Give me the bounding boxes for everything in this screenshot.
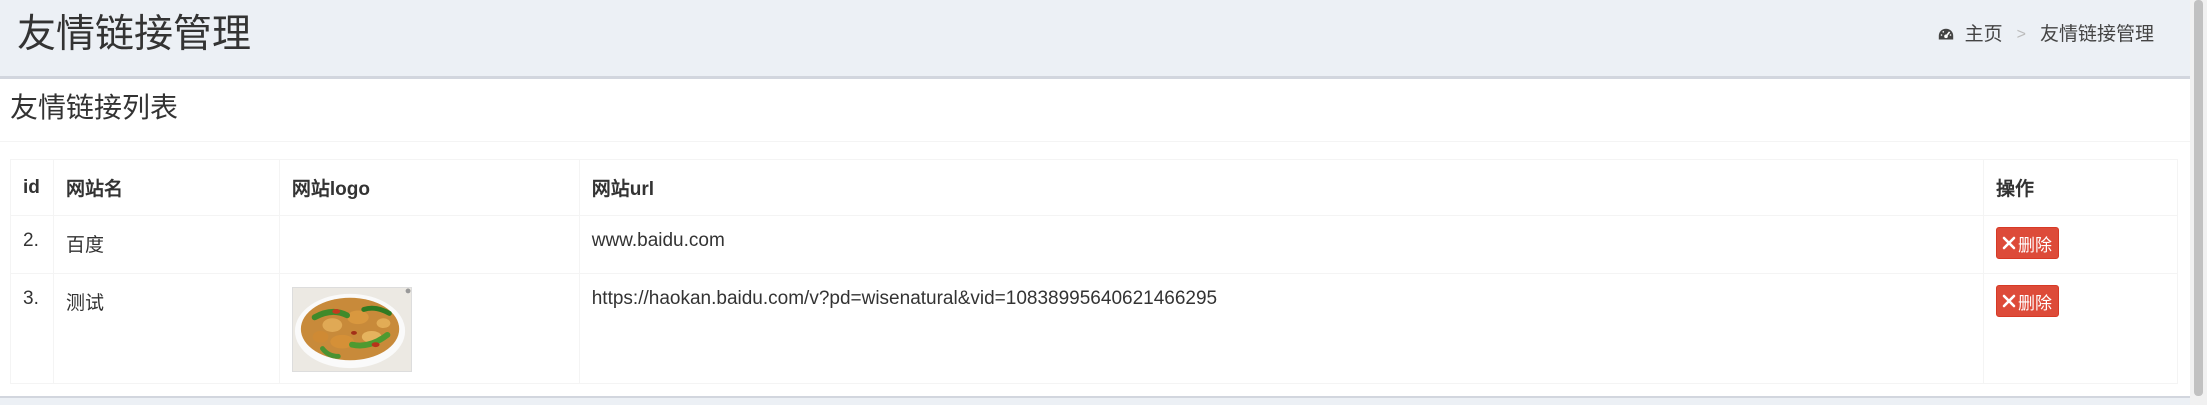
column-header-action: 操作 [1983,159,2178,216]
cell-logo [278,215,580,274]
box-body: id 网站名 网站logo 网站url 操作 2. 百度 www.baidu.c… [10,159,2178,384]
column-header-logo: 网站logo [278,159,580,216]
links-table: id 网站名 网站logo 网站url 操作 2. 百度 www.baidu.c… [10,159,2178,384]
food-image [291,287,412,372]
table-header-row: id 网站名 网站logo 网站url 操作 [10,159,2178,216]
link-list-box: 友情链接列表 id 网站名 网站logo 网站url 操作 2. 百度 www.… [0,76,2190,398]
delete-button-label: 删除 [2018,293,2053,313]
content-header: 友情链接管理 主页 > 友情链接管理 [0,0,2190,76]
cell-url: www.baidu.com [578,215,1985,274]
column-header-id: id [10,159,54,216]
delete-button[interactable]: 删除 [1996,285,2060,317]
cell-action: 删除 [1983,215,2178,274]
delete-button[interactable]: 删除 [1996,227,2060,259]
page-title: 友情链接管理 [17,13,252,56]
delete-button-label: 删除 [2018,235,2053,255]
cell-url: https://haokan.baidu.com/v?pd=wisenatura… [578,273,1985,384]
cell-name: 测试 [52,273,280,384]
close-icon [2002,294,2016,308]
dashboard-icon [1938,28,1953,40]
column-header-url: 网站url [578,159,1985,216]
cell-id: 3. [10,273,54,384]
box-header: 友情链接列表 [0,79,2190,142]
table-row: 3. 测试 https://haokan.baidu.com/v?pd=wise… [10,273,2178,384]
box-title: 友情链接列表 [10,92,179,123]
breadcrumb: 主页 > 友情链接管理 [1937,22,2154,48]
scrollbar-thumb[interactable] [2194,0,2203,396]
logo-image-wrapper [291,287,414,373]
cell-name: 百度 [52,215,280,274]
table-row: 2. 百度 www.baidu.com 删除 [10,215,2178,274]
cell-action: 删除 [1983,273,2178,384]
cell-id: 2. [10,215,54,274]
column-header-name: 网站名 [52,159,280,216]
close-icon [2002,236,2016,250]
cell-logo [278,273,580,384]
breadcrumb-home-link[interactable]: 主页 [1965,22,2003,48]
breadcrumb-separator: > [2016,26,2026,43]
breadcrumb-current: 友情链接管理 [2039,24,2154,45]
